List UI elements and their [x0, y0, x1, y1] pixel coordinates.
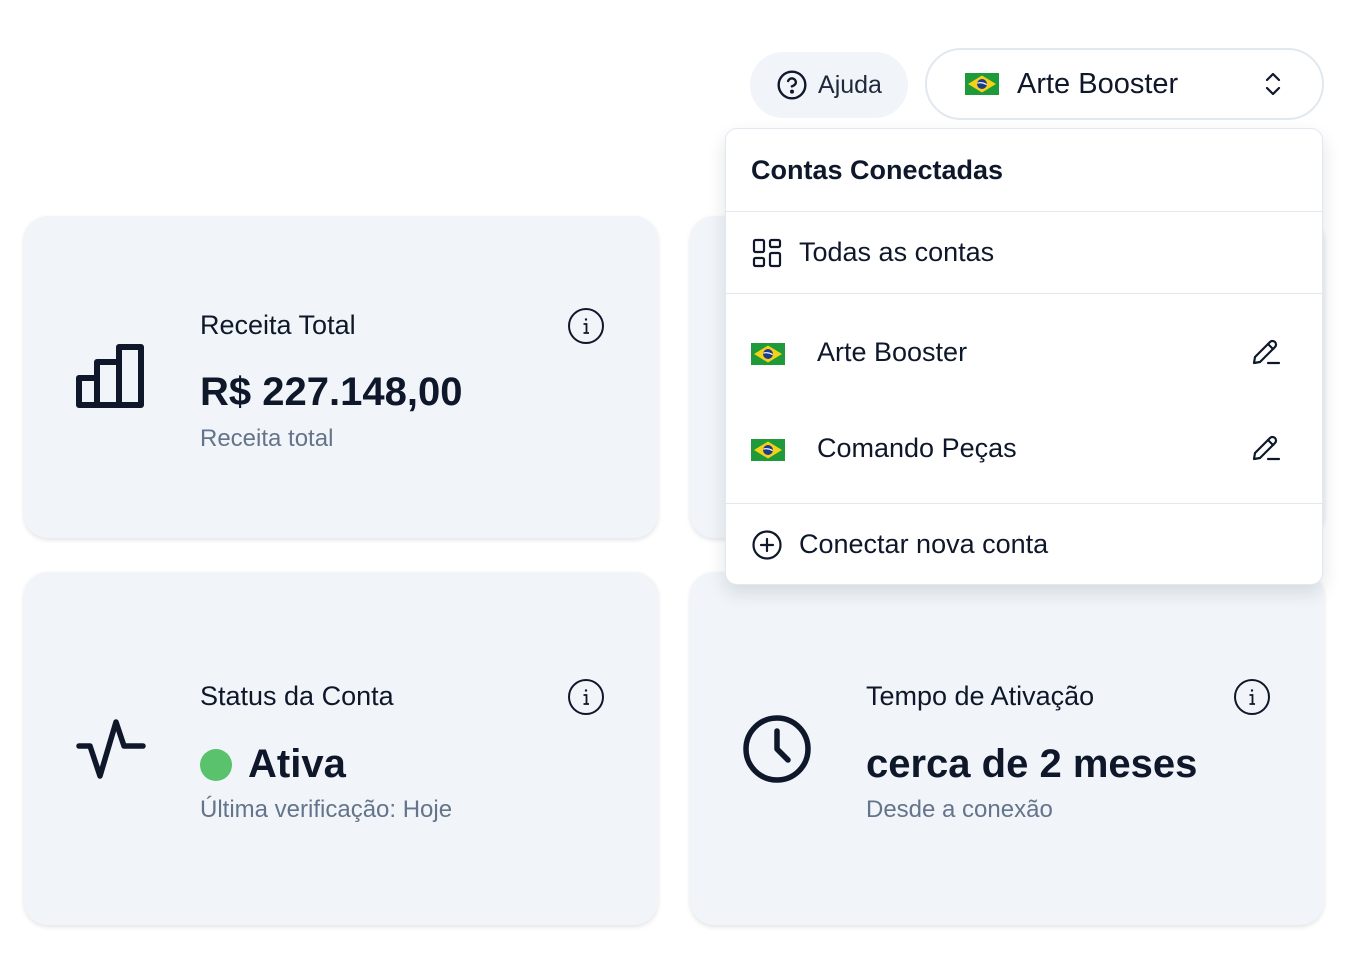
card-subtitle: Receita total: [200, 425, 334, 452]
account-item-comando-pecas[interactable]: Comando Peças: [726, 400, 1322, 496]
info-icon[interactable]: [1233, 678, 1271, 716]
account-selector[interactable]: Arte Booster: [925, 48, 1324, 120]
activation-time-card: Tempo de Ativação cerca de 2 meses Desde…: [690, 572, 1324, 925]
account-status-card: Status da Conta Ativa Última verificação…: [24, 572, 658, 925]
all-accounts-label: Todas as contas: [799, 237, 995, 267]
connect-new-account-button[interactable]: Conectar nova conta: [726, 504, 1322, 584]
help-circle-icon: [776, 69, 808, 101]
card-title: Receita Total: [200, 310, 356, 340]
help-button[interactable]: Ajuda: [750, 52, 908, 118]
revenue-card: Receita Total R$ 227.148,00 Receita tota…: [24, 216, 658, 538]
brazil-flag-icon: [751, 341, 785, 365]
card-subtitle: Última verificação: Hoje: [200, 796, 453, 823]
edit-pencil-icon[interactable]: [1250, 336, 1282, 368]
accounts-dropdown: Contas Conectadas Todas as contas Arte B…: [725, 128, 1323, 585]
brazil-flag-icon: [965, 73, 999, 95]
info-icon[interactable]: [567, 307, 605, 345]
edit-pencil-icon[interactable]: [1250, 432, 1282, 464]
card-value: R$ 227.148,00: [200, 370, 463, 414]
grid-icon: [751, 237, 783, 269]
activity-icon: [76, 718, 146, 782]
account-item-arte-booster[interactable]: Arte Booster: [726, 304, 1322, 400]
plus-circle-icon: [751, 529, 783, 561]
card-value: cerca de 2 meses: [866, 742, 1198, 786]
status-label: Ativa: [248, 742, 346, 786]
card-title: Status da Conta: [200, 681, 394, 711]
account-name: Comando Peças: [817, 432, 1017, 463]
dropdown-title: Contas Conectadas: [726, 129, 1322, 212]
help-label: Ajuda: [818, 70, 882, 99]
card-subtitle: Desde a conexão: [866, 796, 1053, 823]
account-list: Arte Booster Comando Peças: [726, 294, 1322, 504]
clock-icon: [742, 714, 812, 784]
connect-label: Conectar nova conta: [799, 529, 1049, 559]
selected-account-label: Arte Booster: [1017, 67, 1179, 100]
bar-chart-icon: [76, 344, 146, 408]
chevron-up-down-icon: [1262, 69, 1284, 99]
all-accounts-option[interactable]: Todas as contas: [726, 212, 1322, 294]
account-name: Arte Booster: [817, 336, 968, 367]
card-title: Tempo de Ativação: [866, 681, 1095, 711]
dashboard-page: Ajuda Arte Booster Receita Total R$ 227.…: [0, 0, 1372, 954]
card-value: Ativa: [200, 742, 346, 787]
brazil-flag-icon: [751, 437, 785, 461]
info-icon[interactable]: [567, 678, 605, 716]
status-dot: [200, 748, 232, 781]
